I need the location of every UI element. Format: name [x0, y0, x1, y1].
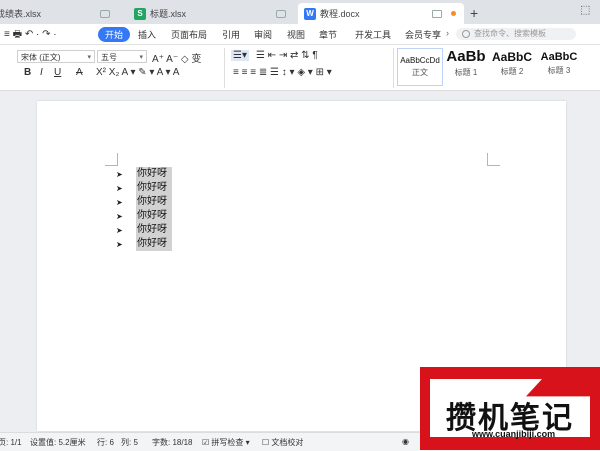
page-indicator[interactable]: 页: 1/1 [0, 437, 22, 448]
sheet-icon: S [134, 7, 146, 20]
menu-view[interactable]: 视图 [287, 28, 305, 41]
menu-developer[interactable]: 开发工具 [355, 28, 391, 41]
style-heading-3[interactable]: AaBbC 标题 3 [536, 48, 582, 86]
tab-sheet-1[interactable]: 成绩表.xlsx [0, 3, 118, 24]
window-icon[interactable]: ⬚ [580, 3, 590, 16]
word-count[interactable]: 字数: 18/18 [152, 437, 192, 448]
monitor-icon[interactable] [100, 9, 110, 18]
bullet-list: ➤ 你好呀 ➤ 你好呀 ➤ 你好呀 ➤ 你好呀 ➤ 你好呀 ➤ 你好呀 [116, 167, 172, 251]
line-indicator: 行: 6 [97, 438, 114, 447]
eye-protect-icon[interactable]: ◉ [402, 437, 409, 446]
setting-value[interactable]: 设置值: 5.2厘米 [30, 437, 86, 448]
style-normal[interactable]: AaBbCcDd 正文 [397, 48, 443, 86]
search-icon [462, 30, 470, 38]
monitor-icon[interactable] [432, 9, 442, 18]
paragraph-icons[interactable]: ☰ ⇤ ⇥ ⇄ ⇅ ¶ [256, 50, 318, 61]
font-effects-icons[interactable]: X² X₂ A ▾ ✎ ▾ A ▾ A [96, 67, 179, 78]
bullet-arrow-icon: ➤ [116, 239, 123, 249]
unsaved-dot-icon [451, 11, 456, 16]
menu-bar: ≡ 🖶 ↶ · ↷ · 开始 插入 页面布局 引用 审阅 视图 章节 开发工具 … [0, 24, 600, 45]
ribbon-toolbar: 宋体 (正文) ▾ 五号 ▾ A⁺ A⁻ ◇ 变 ☰▾ ☰ ⇤ ⇥ ⇄ ⇅ ¶ B … [0, 45, 600, 91]
list-item[interactable]: ➤ 你好呀 [116, 223, 172, 237]
bullet-list-icon[interactable]: ☰▾ [231, 50, 249, 61]
menu-more-button[interactable]: › [446, 28, 449, 38]
alignment-icons[interactable]: ≡ ≡ ≡ ≣ ☰ ↕ ▾ ◈ ▾ ⊞ ▾ [233, 67, 332, 78]
search-input[interactable]: 查找命令、搜索模板 [456, 28, 576, 40]
underline-button[interactable]: U [54, 67, 61, 78]
list-item[interactable]: ➤ 你好呀 [116, 195, 172, 209]
font-name-select[interactable]: 宋体 (正文) ▾ [17, 50, 95, 63]
menu-member[interactable]: 会员专享 [405, 28, 441, 41]
font-size-select[interactable]: 五号 ▾ [97, 50, 147, 63]
writer-icon: W [304, 7, 316, 20]
tab-document[interactable]: W 教程.docx [298, 3, 464, 24]
list-item[interactable]: ➤ 你好呀 [116, 167, 172, 181]
tab-sheet-2[interactable]: S 标题.xlsx [128, 3, 294, 24]
style-gallery: AaBbCcDd 正文 AaBb 标题 1 AaBbC 标题 2 AaBbC 标… [397, 48, 593, 86]
bullet-arrow-icon: ➤ [116, 225, 123, 235]
margin-corner [487, 153, 500, 166]
list-item[interactable]: ➤ 你好呀 [116, 209, 172, 223]
tab-label: 成绩表.xlsx [0, 9, 42, 19]
spell-check-button[interactable]: ☑ 拼写检查 ▾ [202, 437, 250, 448]
bullet-arrow-icon: ➤ [116, 211, 123, 221]
style-heading-2[interactable]: AaBbC 标题 2 [489, 48, 535, 86]
bullet-arrow-icon: ➤ [116, 197, 123, 207]
menu-chapter[interactable]: 章节 [319, 28, 337, 41]
menu-insert[interactable]: 插入 [138, 28, 156, 41]
document-icon: ☐ [262, 438, 270, 447]
monitor-icon[interactable] [276, 9, 286, 18]
tab-label: 教程.docx [320, 9, 360, 19]
bullet-arrow-icon: ➤ [116, 183, 123, 193]
quick-access-icons[interactable]: ≡ 🖶 ↶ · ↷ · [4, 27, 57, 44]
bullet-arrow-icon: ➤ [116, 169, 123, 179]
check-icon: ☑ [202, 438, 210, 447]
new-tab-button[interactable]: + [470, 5, 478, 21]
margin-corner [105, 153, 118, 166]
bold-button[interactable]: B [24, 67, 31, 78]
column-indicator: 列: 5 [121, 438, 138, 447]
tab-label: 标题.xlsx [150, 9, 187, 19]
menu-review[interactable]: 审阅 [254, 28, 272, 41]
menu-references[interactable]: 引用 [222, 28, 240, 41]
menu-home[interactable]: 开始 [98, 27, 131, 42]
strikethrough-button[interactable]: A [76, 67, 83, 78]
tab-bar: 成绩表.xlsx S 标题.xlsx W 教程.docx + ⬚ [0, 0, 600, 24]
logo-url: www.cuanjibiji.com [472, 429, 556, 439]
proofread-button[interactable]: ☐ 文档校对 [262, 437, 303, 448]
font-grow-shrink-icons[interactable]: A⁺ A⁻ ◇ 变 [152, 50, 201, 65]
style-heading-1[interactable]: AaBb 标题 1 [444, 48, 488, 86]
menu-page-layout[interactable]: 页面布局 [171, 28, 207, 41]
list-item[interactable]: ➤ 你好呀 [116, 237, 172, 251]
list-item[interactable]: ➤ 你好呀 [116, 181, 172, 195]
italic-button[interactable]: I [40, 67, 43, 78]
watermark-logo: 攒机笔记 www.cuanjibiji.com [420, 367, 600, 450]
